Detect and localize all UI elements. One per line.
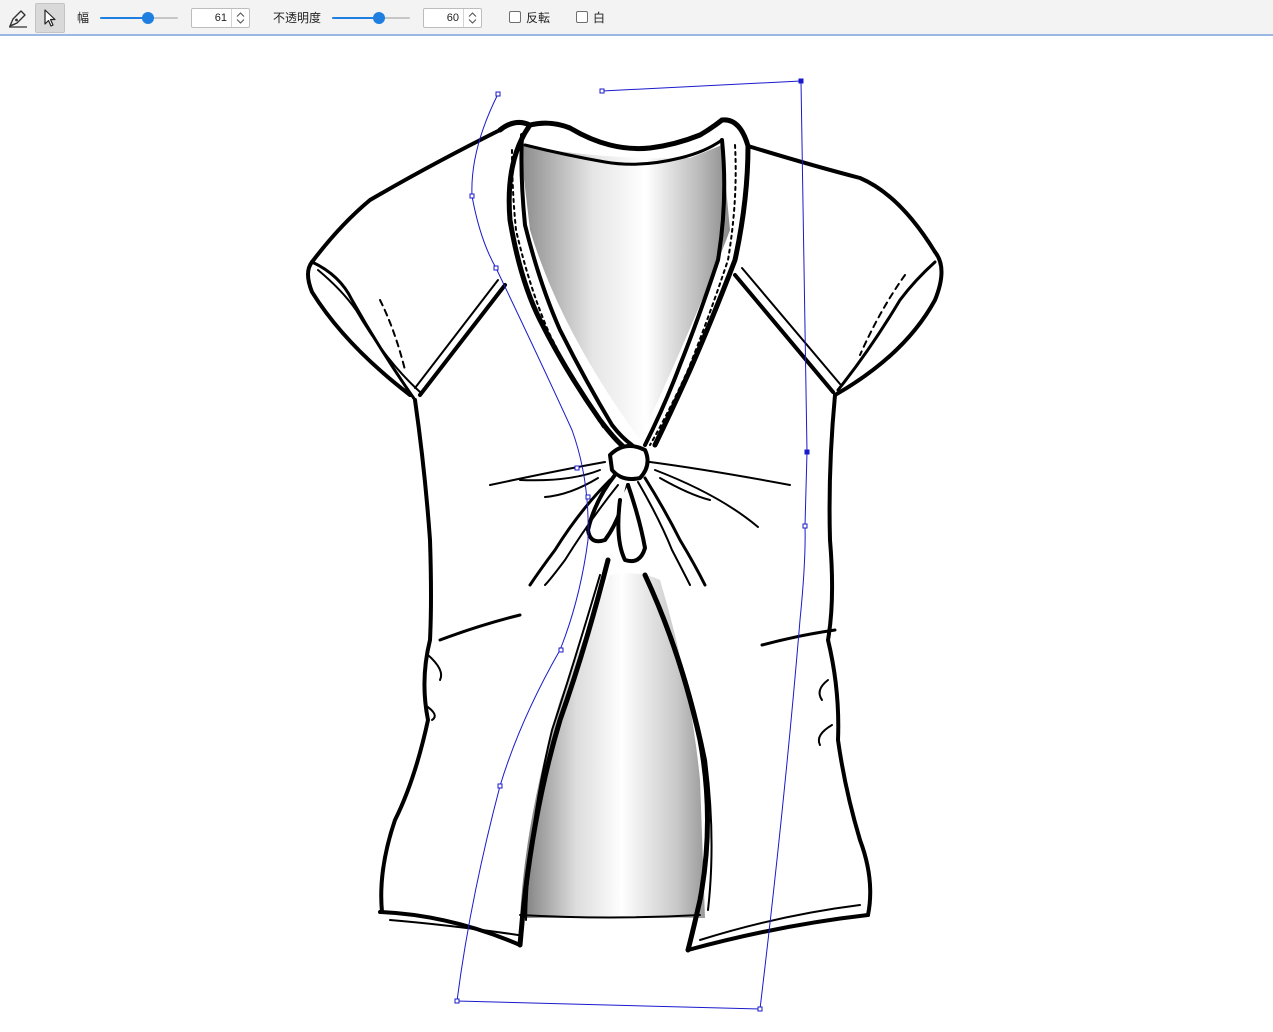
anchor-handle	[495, 91, 501, 97]
width-slider-thumb[interactable]	[141, 12, 154, 24]
right-hem	[686, 913, 870, 952]
opacity-slider-thumb[interactable]	[372, 12, 385, 24]
white-label[interactable]: 白	[593, 11, 605, 25]
gather-right-3	[659, 477, 711, 501]
invert-checkbox[interactable]	[509, 11, 521, 23]
selection-path-bottom	[456, 1000, 761, 1010]
toolbar: 幅 61 不透明度 60 反転 白	[0, 0, 1273, 36]
opacity-spinbox[interactable]: 60	[423, 8, 482, 28]
pen-tool-button[interactable]	[3, 3, 33, 33]
gather-left-3	[544, 477, 599, 498]
left-hem	[378, 910, 522, 947]
anchor-handle	[497, 783, 503, 789]
width-spinbox[interactable]: 61	[191, 8, 250, 28]
left-side	[379, 398, 433, 914]
anchor-handle	[574, 465, 580, 471]
invert-label[interactable]: 反転	[526, 11, 550, 25]
left-sleeve-hem-inner	[317, 269, 421, 393]
back-collar	[527, 117, 725, 152]
anchor-handle	[558, 647, 564, 653]
opacity-slider-fill	[332, 17, 379, 19]
up-down-arrows-icon	[468, 12, 477, 24]
gather-right-1	[649, 461, 791, 486]
anchor-handle	[454, 998, 460, 1004]
anchor-handle	[798, 78, 804, 84]
opacity-stepper[interactable]	[463, 9, 481, 27]
left-sleeve-outer	[306, 260, 412, 397]
width-slider-fill	[100, 17, 148, 19]
tie-ribbon-right-2	[637, 481, 691, 586]
pen-icon	[9, 10, 27, 28]
white-checkbox[interactable]	[576, 11, 588, 23]
opacity-value[interactable]: 60	[424, 12, 463, 25]
up-down-arrows-icon	[236, 12, 245, 24]
tie-loop-right	[616, 483, 647, 564]
anchor-handle	[585, 494, 591, 500]
canvas-artwork	[306, 78, 944, 1012]
crease-left-2	[427, 654, 443, 681]
anchor-handle	[804, 449, 810, 455]
right-side	[826, 393, 873, 917]
crease-left-1	[438, 613, 522, 642]
width-stepper[interactable]	[231, 9, 249, 27]
select-tool-button[interactable]	[35, 3, 65, 33]
tie-ribbon-right	[643, 476, 707, 587]
left-sleeve-dash	[379, 299, 406, 371]
gather-left-2	[519, 469, 601, 482]
right-sleeve-dash	[859, 274, 906, 356]
opacity-slider[interactable]	[332, 11, 410, 25]
left-sleeve-hem	[310, 260, 417, 402]
left-raglan-seam-2	[414, 279, 499, 389]
selection-path-right	[759, 80, 808, 1010]
crease-right-3	[817, 724, 833, 746]
right-raglan-seam-2	[741, 267, 841, 385]
right-shoulder	[746, 144, 937, 254]
anchor-handle	[757, 1006, 763, 1012]
width-slider[interactable]	[100, 11, 178, 25]
right-raglan-seam	[733, 273, 835, 394]
anchor-handle	[802, 523, 808, 529]
cursor-arrow-icon	[44, 9, 56, 27]
inner-back-upper	[520, 145, 730, 440]
anchor-handle	[469, 193, 475, 199]
selection-path-top	[601, 80, 802, 92]
anchor-handle	[493, 265, 499, 271]
crease-right-2	[818, 679, 829, 701]
width-value[interactable]: 61	[192, 12, 231, 25]
drawing-canvas[interactable]	[0, 38, 1273, 1029]
left-raglan-seam	[418, 283, 507, 397]
anchor-handle	[599, 88, 605, 94]
width-label: 幅	[77, 11, 90, 25]
opacity-label: 不透明度	[273, 11, 322, 25]
blouse-drawing	[306, 117, 944, 953]
right-hem-inner	[699, 904, 861, 941]
